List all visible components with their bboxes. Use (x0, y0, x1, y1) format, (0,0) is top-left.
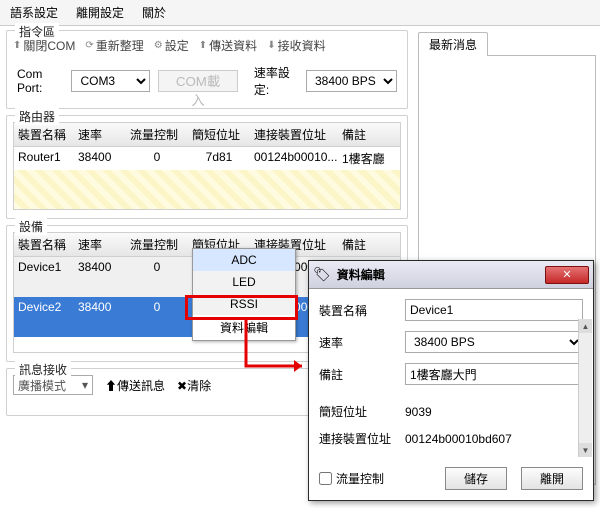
x-icon: ✖ (177, 379, 187, 393)
scroll-down-icon[interactable]: ▼ (579, 443, 592, 457)
send-msg-button[interactable]: ⬆傳送訊息 (105, 377, 165, 394)
dialog-scrollbar[interactable]: ▲▼ (578, 319, 592, 457)
send-data-button[interactable]: ⬆傳送資料 (199, 37, 257, 54)
rate-select[interactable]: 38400 BPS (306, 70, 397, 92)
dlg-note-input[interactable] (405, 363, 583, 385)
dlg-note-label: 備註 (319, 366, 405, 383)
dlg-name-input[interactable] (405, 299, 583, 321)
router-empty-area (13, 170, 401, 210)
router-row[interactable]: Router13840007d8100124b00010...1樓客廳 (13, 147, 401, 170)
dialog-titlebar[interactable]: 🏷 資料編輯 ✕ (309, 261, 593, 289)
refresh-button[interactable]: ⟳重新整理 (85, 37, 143, 54)
menu-lang[interactable]: 語系設定 (10, 4, 58, 21)
dlg-rate-label: 速率 (319, 334, 405, 351)
news-tab[interactable]: 最新消息 (418, 32, 488, 56)
ctx-led[interactable]: LED (193, 271, 295, 293)
up-arrow-icon: ⬆ (199, 40, 207, 51)
recv-data-button[interactable]: ⬇接收資料 (267, 37, 325, 54)
router-group: 路由器 裝置名稱速率流量控制簡短位址連接裝置位址備註 Router1384000… (6, 115, 408, 219)
chevron-down-icon: ▾ (82, 378, 88, 392)
dialog-close-button[interactable]: ✕ (545, 266, 589, 284)
down-arrow-icon: ⬇ (267, 40, 275, 51)
com-port-label: Com Port: (17, 67, 63, 95)
up-arrow-icon: ⬆ (13, 40, 21, 51)
scroll-up-icon[interactable]: ▲ (579, 319, 592, 333)
router-table-header: 裝置名稱速率流量控制簡短位址連接裝置位址備註 (13, 122, 401, 147)
up-arrow-icon: ⬆ (105, 379, 117, 393)
edit-dialog: 🏷 資料編輯 ✕ 裝置名稱 速率38400 BPS 備註 簡短位址9039 連接… (308, 260, 594, 501)
message-legend: 訊息接收 (15, 361, 71, 378)
command-toolbar: ⬆關閉COM ⟳重新整理 ⚙設定 ⬆傳送資料 ⬇接收資料 (13, 37, 401, 54)
dlg-conn-label: 連接裝置位址 (319, 430, 405, 447)
clear-msg-button[interactable]: ✖清除 (177, 377, 211, 394)
ctx-adc[interactable]: ADC (193, 249, 295, 271)
dlg-short-value: 9039 (405, 405, 583, 419)
device-legend: 設備 (15, 218, 47, 235)
broadcast-mode-select[interactable]: 廣播模式▾ (13, 375, 93, 395)
refresh-icon: ⟳ (85, 40, 93, 51)
command-legend: 指令區 (15, 23, 59, 40)
rate-label: 速率設定: (254, 64, 298, 98)
gear-icon: ⚙ (154, 40, 163, 51)
com-port-select[interactable]: COM3 (71, 70, 150, 92)
dlg-save-button[interactable]: 儲存 (445, 467, 507, 490)
dlg-name-label: 裝置名稱 (319, 302, 405, 319)
dlg-leave-button[interactable]: 離開 (521, 467, 583, 490)
menu-leave[interactable]: 離開設定 (76, 4, 124, 21)
dlg-flow-checkbox[interactable]: 流量控制 (319, 470, 431, 487)
settings-button[interactable]: ⚙設定 (154, 37, 189, 54)
dlg-short-label: 簡短位址 (319, 403, 405, 420)
dlg-conn-value: 00124b00010bd607 (405, 432, 583, 446)
dlg-rate-select[interactable]: 38400 BPS (405, 331, 583, 353)
dialog-title: 資料編輯 (337, 266, 539, 283)
menu-about[interactable]: 關於 (142, 4, 166, 21)
menu-bar: 語系設定 離開設定 關於 (0, 0, 600, 26)
tag-icon: 🏷 (313, 266, 331, 283)
com-load-button: COM載入 (158, 70, 238, 92)
command-group: 指令區 ⬆關閉COM ⟳重新整理 ⚙設定 ⬆傳送資料 ⬇接收資料 Com Por… (6, 30, 408, 109)
close-icon: ✕ (562, 268, 571, 281)
router-legend: 路由器 (15, 108, 59, 125)
